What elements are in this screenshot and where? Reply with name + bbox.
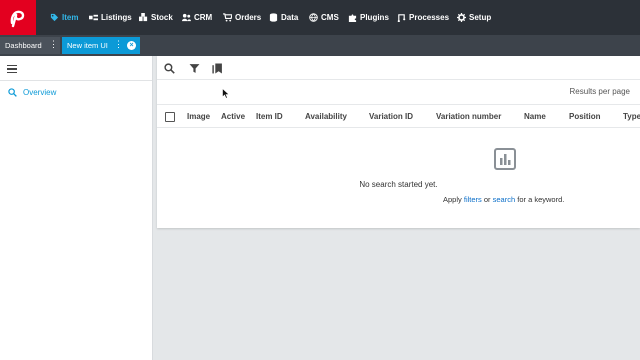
hint-text: or [483, 195, 491, 204]
globe-icon [309, 13, 318, 22]
top-navigation-bar: Item Listings Stock CRM Orders Data CMS … [0, 0, 640, 35]
tag-icon [50, 13, 59, 22]
column-header-variation-id[interactable]: Variation ID [369, 112, 413, 121]
nav-label: Orders [235, 13, 262, 22]
column-header-type[interactable]: Type [623, 112, 640, 121]
close-tab-icon[interactable]: × [127, 41, 136, 50]
empty-state-hint: Apply filters or search for a keyword. [443, 195, 564, 204]
nav-item-data[interactable]: Data [269, 0, 298, 35]
column-header-variation-number[interactable]: Variation number [436, 112, 501, 121]
processes-icon [397, 13, 406, 22]
nav-label: Stock [151, 13, 173, 22]
nav-item-setup[interactable]: Setup [457, 0, 491, 35]
tab-menu-icon[interactable]: ⋮ [114, 40, 123, 49]
nav-label: Processes [409, 13, 450, 22]
tab-label: Dashboard [5, 41, 42, 50]
puzzle-icon [348, 13, 357, 22]
stock-icon [139, 13, 148, 22]
sidebar: Overview [0, 56, 153, 360]
cart-icon [223, 13, 232, 22]
filters-link[interactable]: filters [464, 195, 482, 204]
nav-item-item[interactable]: Item [50, 0, 78, 35]
column-header-active[interactable]: Active [221, 112, 245, 121]
plentymarkets-logo[interactable] [0, 0, 36, 35]
search-link[interactable]: search [493, 195, 516, 204]
nav-item-crm[interactable]: CRM [182, 0, 212, 35]
table-header: Image Active Item ID Availability Variat… [157, 104, 640, 128]
column-header-item-id[interactable]: Item ID [256, 112, 283, 121]
bookmarks-icon[interactable] [211, 62, 223, 74]
tab-dashboard[interactable]: Dashboard ⋮ [0, 37, 60, 54]
column-header-name[interactable]: Name [524, 112, 546, 121]
column-header-image[interactable]: Image [187, 112, 210, 121]
results-per-page-label[interactable]: Results per page [570, 87, 630, 96]
tab-bar: Dashboard ⋮ New item UI ⋮ × [0, 35, 640, 56]
people-icon [182, 13, 191, 22]
tab-label: New item UI [67, 41, 108, 50]
nav-item-processes[interactable]: Processes [397, 0, 449, 35]
nav-label: Setup [469, 13, 492, 22]
toolbar [157, 56, 640, 80]
divider [0, 80, 152, 81]
mouse-cursor-icon [222, 88, 230, 99]
hint-text: Apply [443, 195, 462, 204]
tab-menu-icon[interactable]: ⋮ [49, 40, 58, 49]
sidebar-item-label: Overview [23, 87, 57, 97]
select-all-checkbox[interactable] [165, 112, 175, 122]
nav-label: CMS [321, 13, 339, 22]
column-header-availability[interactable]: Availability [305, 112, 347, 121]
nav-item-cms[interactable]: CMS [309, 0, 339, 35]
nav-label: Listings [101, 13, 132, 22]
menu-icon[interactable] [7, 65, 17, 73]
nav-label: Plugins [360, 13, 389, 22]
search-icon[interactable] [163, 62, 175, 74]
nav-item-stock[interactable]: Stock [139, 0, 173, 35]
filter-icon[interactable] [188, 62, 200, 74]
results-panel: Results per page Image Active Item ID Av… [157, 56, 640, 228]
nav-label: Item [62, 13, 79, 22]
gear-icon [457, 13, 466, 22]
logo-icon [10, 10, 25, 27]
search-icon [8, 87, 17, 97]
nav-label: Data [281, 13, 299, 22]
hint-text: for a keyword. [517, 195, 565, 204]
empty-state-title: No search started yet. [359, 180, 438, 189]
chart-icon [494, 148, 516, 170]
database-icon [269, 13, 278, 22]
nav-item-listings[interactable]: Listings [89, 0, 132, 35]
tab-new-item-ui[interactable]: New item UI ⋮ × [62, 37, 140, 54]
nav-item-plugins[interactable]: Plugins [348, 0, 389, 35]
listings-icon [89, 13, 98, 22]
nav-label: CRM [194, 13, 213, 22]
nav-item-orders[interactable]: Orders [223, 0, 261, 35]
sidebar-item-overview[interactable]: Overview [8, 85, 56, 99]
column-header-position[interactable]: Position [569, 112, 601, 121]
